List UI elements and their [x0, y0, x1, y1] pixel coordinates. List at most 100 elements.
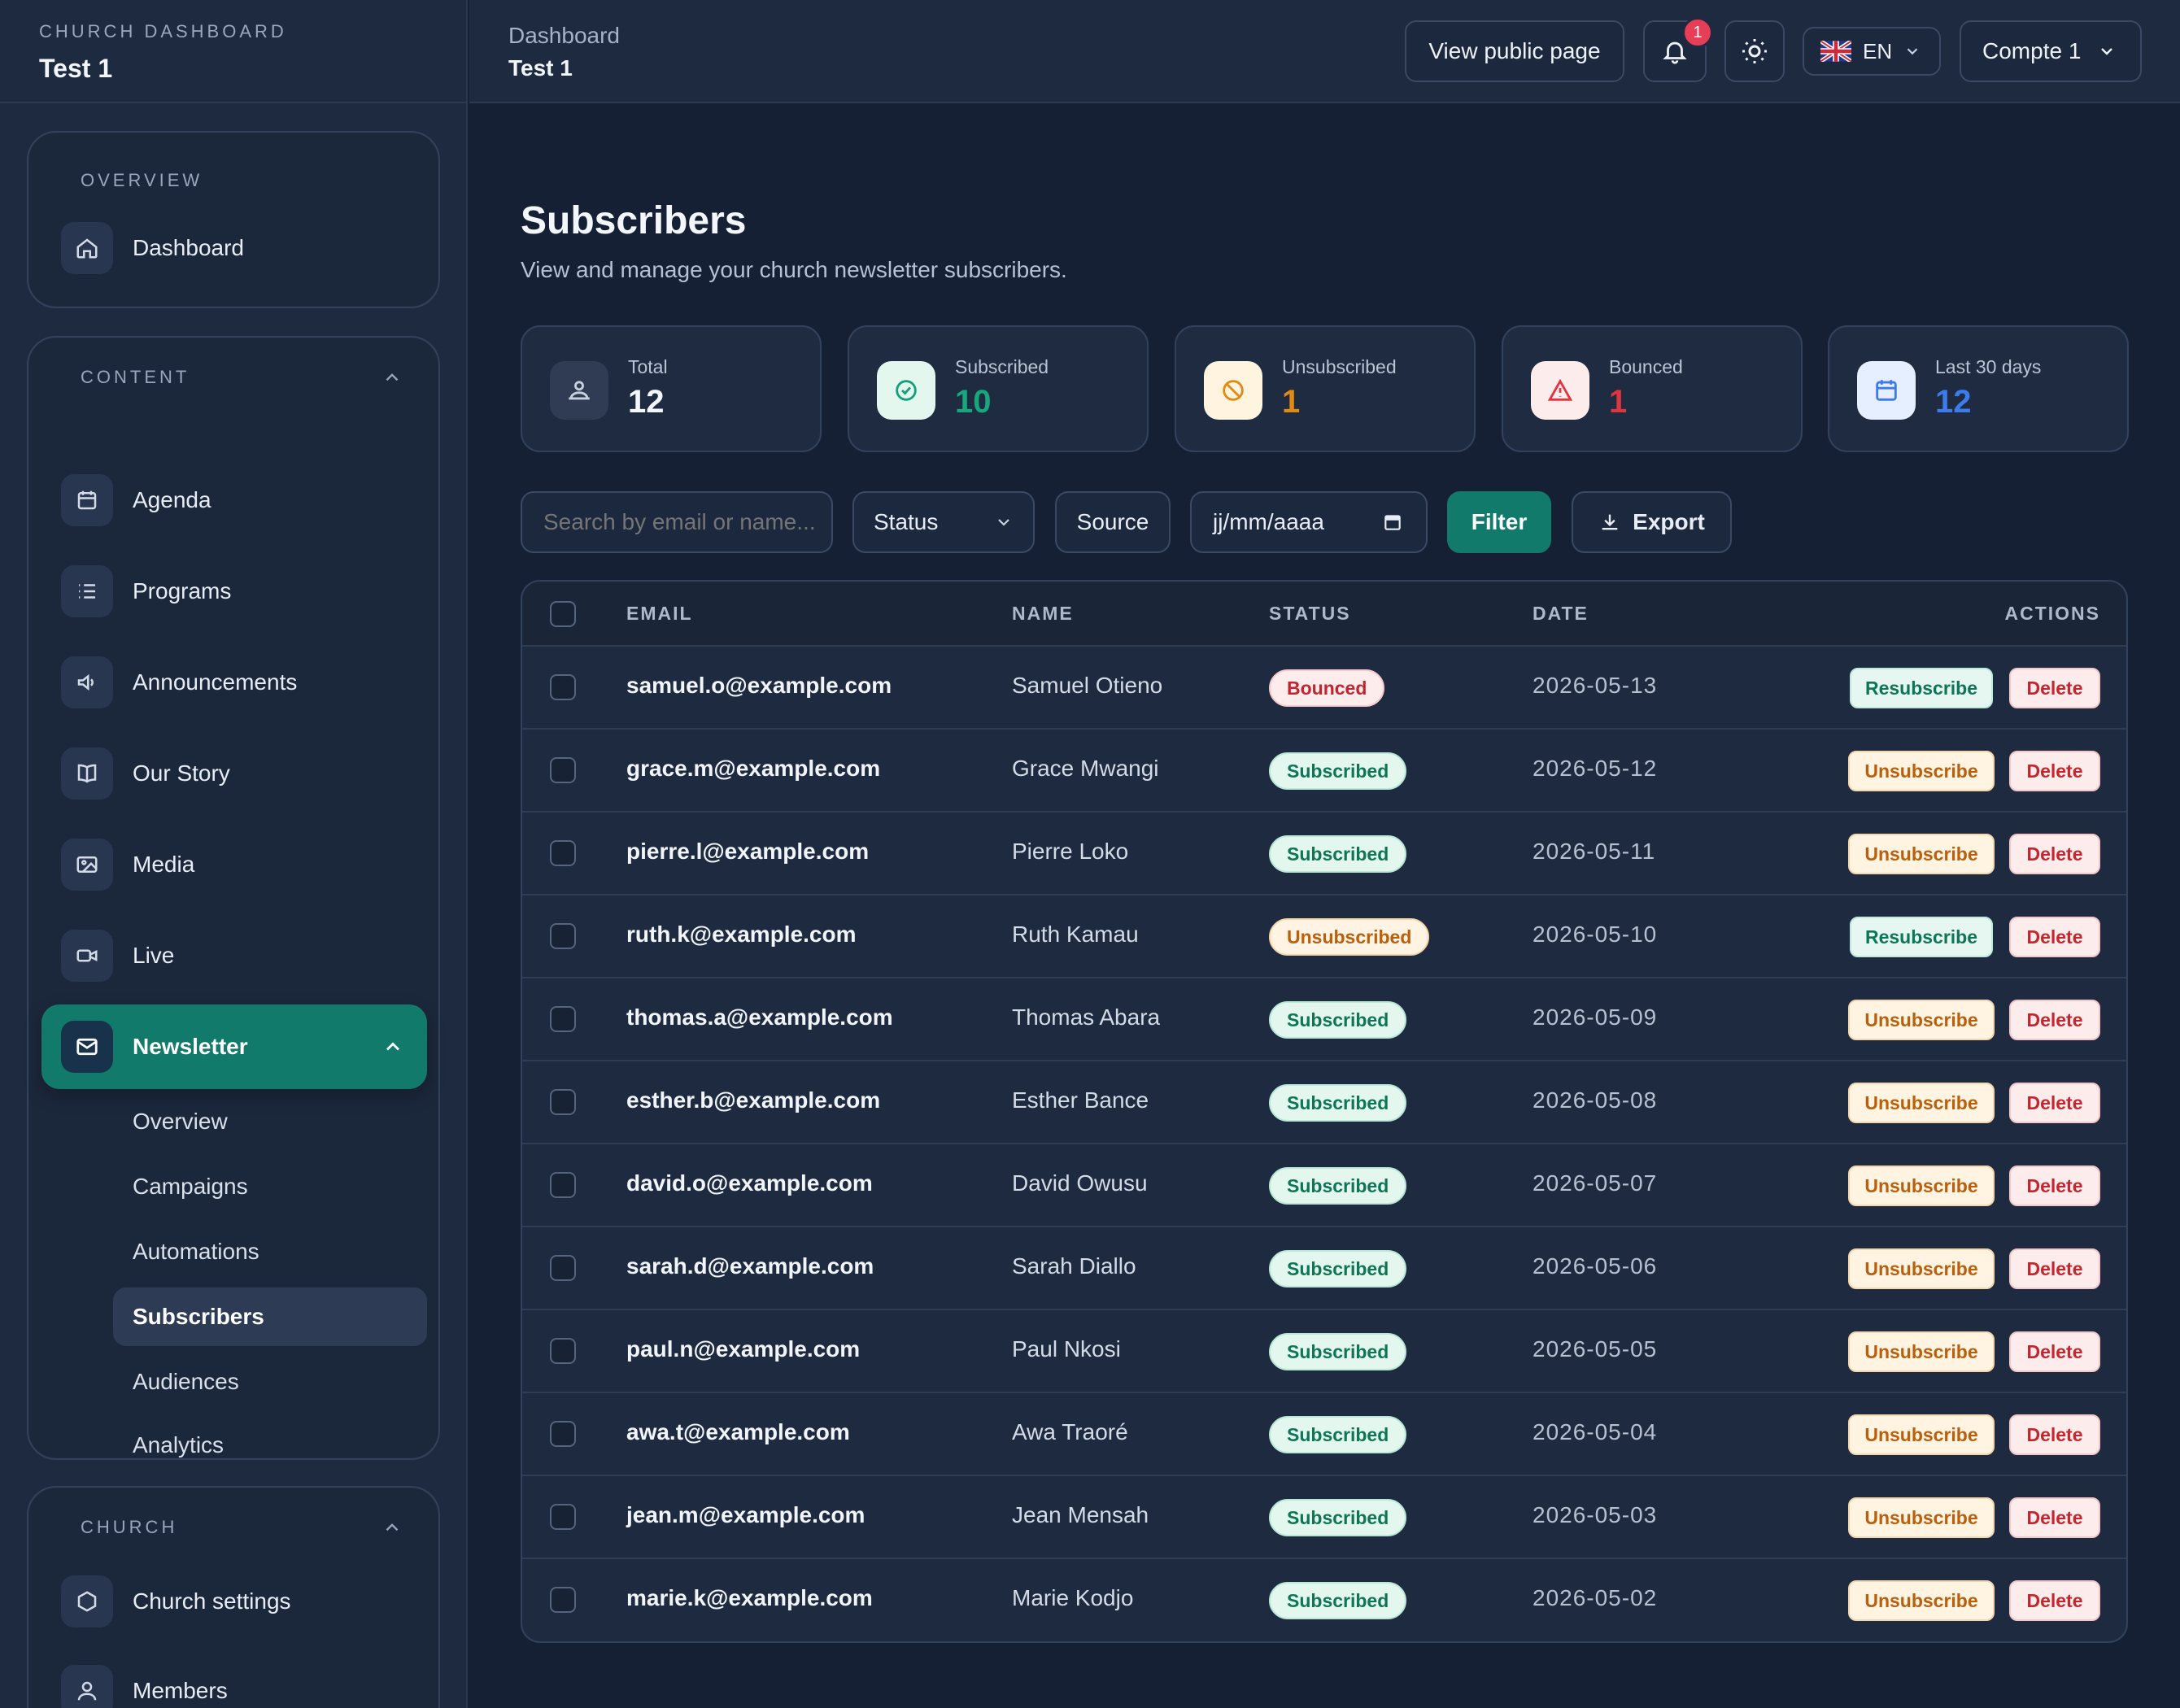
sidebar-item-our-story[interactable]: Our Story — [41, 731, 427, 816]
date-input[interactable]: jj/mm/aaaa — [1190, 491, 1428, 553]
subnav-subscribers[interactable]: Subscribers — [113, 1288, 427, 1346]
sidebar-item-agenda[interactable]: Agenda — [41, 458, 427, 542]
breadcrumb-parent[interactable]: Dashboard — [508, 23, 620, 49]
delete-button[interactable]: Delete — [2009, 834, 2100, 874]
column-header-date[interactable]: DATE — [1533, 603, 1589, 625]
row-checkbox[interactable] — [550, 674, 576, 700]
row-checkbox[interactable] — [550, 923, 576, 949]
table-row[interactable]: samuel.o@example.com Samuel Otieno Bounced… — [522, 647, 2126, 730]
brand-name: Test 1 — [39, 54, 113, 83]
theme-toggle-button[interactable] — [1724, 20, 1785, 82]
source-select[interactable]: Source — [1055, 491, 1171, 553]
stat-label: Bounced — [1609, 356, 1683, 377]
column-header-name[interactable]: NAME — [1012, 603, 1074, 625]
subscriber-email: marie.k@example.com — [626, 1585, 873, 1610]
subscriber-email: david.o@example.com — [626, 1170, 873, 1196]
subnav-audiences[interactable]: Audiences — [113, 1353, 427, 1411]
unsubscribe-button[interactable]: Unsubscribe — [1848, 1166, 1995, 1206]
subnav-automations[interactable]: Automations — [113, 1222, 427, 1281]
chevron-up-icon[interactable] — [382, 1517, 403, 1538]
table-row[interactable]: pierre.l@example.com Pierre Loko Subscribe… — [522, 813, 2126, 895]
delete-button[interactable]: Delete — [2009, 1000, 2100, 1040]
status-badge: Unsubscribed — [1269, 918, 1430, 956]
row-checkbox[interactable] — [550, 1006, 576, 1032]
unsubscribe-button[interactable]: Unsubscribe — [1848, 751, 1995, 791]
delete-button[interactable]: Delete — [2009, 1414, 2100, 1455]
table-row[interactable]: jean.m@example.com Jean Mensah Subscribed 2… — [522, 1476, 2126, 1559]
table-header: EMAIL NAME STATUS DATE ACTIONS — [522, 582, 2126, 647]
row-checkbox[interactable] — [550, 1587, 576, 1613]
sidebar: CHURCH DASHBOARD Test 1 OVERVIEW Dashboa… — [0, 0, 468, 1708]
search-input[interactable] — [521, 491, 833, 553]
table-row[interactable]: david.o@example.com David Owusu Subscribed… — [522, 1144, 2126, 1227]
export-button[interactable]: Export — [1572, 491, 1732, 553]
select-all-checkbox[interactable] — [550, 601, 576, 627]
sidebar-item-newsletter[interactable]: Newsletter — [41, 1004, 427, 1089]
table-row[interactable]: marie.k@example.com Marie Kodjo Subscribed… — [522, 1559, 2126, 1641]
row-checkbox[interactable] — [550, 1089, 576, 1115]
users-icon — [550, 361, 608, 420]
column-header-email[interactable]: EMAIL — [626, 603, 693, 625]
row-checkbox[interactable] — [550, 1255, 576, 1281]
table-row[interactable]: ruth.k@example.com Ruth Kamau Unsubscribed… — [522, 895, 2126, 978]
stat-value: 12 — [1935, 384, 1972, 420]
resubscribe-button[interactable]: Resubscribe — [1850, 917, 1993, 957]
unsubscribe-button[interactable]: Unsubscribe — [1848, 834, 1995, 874]
row-checkbox[interactable] — [550, 840, 576, 866]
row-checkbox[interactable] — [550, 757, 576, 783]
unsubscribe-button[interactable]: Unsubscribe — [1848, 1497, 1995, 1538]
delete-button[interactable]: Delete — [2009, 1580, 2100, 1621]
table-row[interactable]: grace.m@example.com Grace Mwangi Subscribe… — [522, 730, 2126, 813]
delete-button[interactable]: Delete — [2009, 1166, 2100, 1206]
sidebar-item-dashboard[interactable]: Dashboard — [41, 206, 427, 290]
delete-button[interactable]: Delete — [2009, 1497, 2100, 1538]
sidebar-item-announcements[interactable]: Announcements — [41, 640, 427, 725]
sidebar-item-church-settings[interactable]: Church settings — [41, 1559, 427, 1644]
delete-button[interactable]: Delete — [2009, 1248, 2100, 1289]
subnav-analytics[interactable]: Analytics — [113, 1416, 427, 1475]
delete-button[interactable]: Delete — [2009, 751, 2100, 791]
unsubscribe-button[interactable]: Unsubscribe — [1848, 1580, 1995, 1621]
subscriber-name: David Owusu — [1012, 1170, 1148, 1196]
resubscribe-button[interactable]: Resubscribe — [1850, 668, 1993, 708]
table-row[interactable]: esther.b@example.com Esther Bance Subscrib… — [522, 1061, 2126, 1144]
delete-button[interactable]: Delete — [2009, 917, 2100, 957]
subnav-campaigns[interactable]: Campaigns — [113, 1157, 427, 1216]
delete-button[interactable]: Delete — [2009, 1083, 2100, 1123]
row-checkbox[interactable] — [550, 1504, 576, 1530]
subscriber-email: paul.n@example.com — [626, 1336, 861, 1362]
sidebar-item-live[interactable]: Live — [41, 913, 427, 998]
table-row[interactable]: sarah.d@example.com Sarah Diallo Subscribe… — [522, 1227, 2126, 1310]
unsubscribe-button[interactable]: Unsubscribe — [1848, 1000, 1995, 1040]
status-select[interactable]: Status — [852, 491, 1035, 553]
row-checkbox[interactable] — [550, 1172, 576, 1198]
table-row[interactable]: thomas.a@example.com Thomas Abara Subscrib… — [522, 978, 2126, 1061]
account-menu-button[interactable]: Compte 1 — [1960, 20, 2142, 82]
column-header-status[interactable]: STATUS — [1269, 603, 1351, 625]
unsubscribe-button[interactable]: Unsubscribe — [1848, 1414, 1995, 1455]
unsubscribe-button[interactable]: Unsubscribe — [1848, 1331, 1995, 1372]
delete-button[interactable]: Delete — [2009, 1331, 2100, 1372]
table-row[interactable]: paul.n@example.com Paul Nkosi Subscribed 20… — [522, 1310, 2126, 1393]
row-checkbox[interactable] — [550, 1338, 576, 1364]
sidebar-item-programs[interactable]: Programs — [41, 549, 427, 634]
language-select[interactable]: EN — [1803, 27, 1941, 76]
download-icon — [1602, 514, 1618, 530]
table-row[interactable]: awa.t@example.com Awa Traoré Subscribed 202… — [522, 1393, 2126, 1476]
calendar-icon[interactable] — [1382, 512, 1403, 533]
sidebar-item-members[interactable]: Members — [41, 1649, 427, 1708]
view-public-page-button[interactable]: View public page — [1405, 20, 1624, 82]
sidebar-item-media[interactable]: Media — [41, 822, 427, 907]
row-checkbox[interactable] — [550, 1421, 576, 1447]
subscriber-email: samuel.o@example.com — [626, 673, 892, 698]
subscriber-email: esther.b@example.com — [626, 1087, 881, 1113]
chevron-up-icon[interactable] — [382, 1035, 404, 1058]
notifications-button[interactable]: 1 — [1643, 17, 1713, 82]
subnav-overview[interactable]: Overview — [113, 1092, 427, 1151]
stat-card-total: Total 12 — [521, 325, 822, 452]
chevron-up-icon[interactable] — [382, 367, 403, 388]
unsubscribe-button[interactable]: Unsubscribe — [1848, 1083, 1995, 1123]
delete-button[interactable]: Delete — [2009, 668, 2100, 708]
filter-button[interactable]: Filter — [1447, 491, 1551, 553]
unsubscribe-button[interactable]: Unsubscribe — [1848, 1248, 1995, 1289]
